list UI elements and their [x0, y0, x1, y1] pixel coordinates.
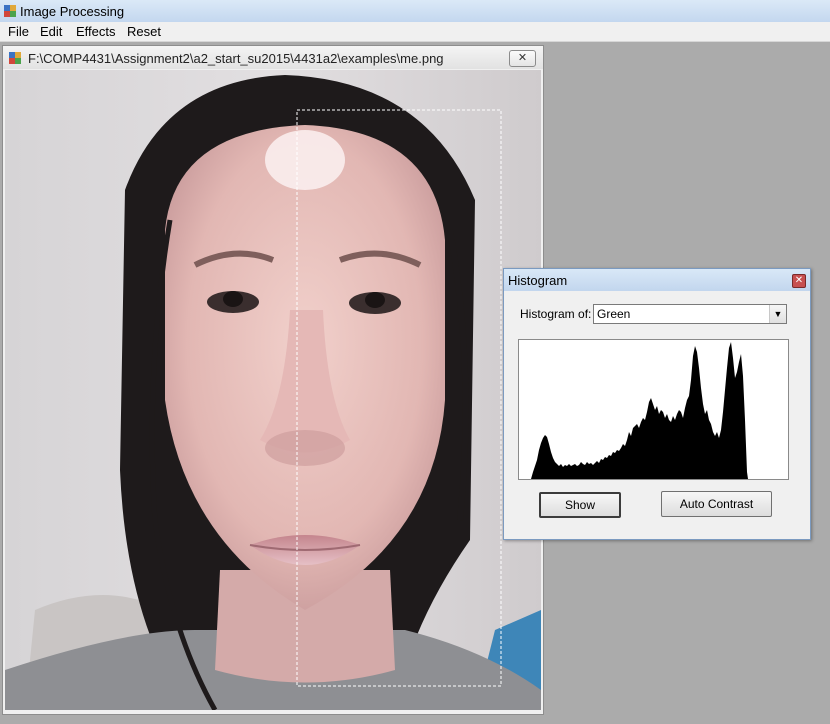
- document-icon: [9, 52, 21, 64]
- channel-select-value: Green: [597, 307, 631, 321]
- histogram-of-label: Histogram of:: [520, 307, 592, 321]
- image-window-title: F:\COMP4431\Assignment2\a2_start_su2015\…: [28, 51, 444, 66]
- menu-effects[interactable]: Effects: [76, 24, 116, 39]
- histogram-window[interactable]: Histogram ✕ Histogram of: Green ▼ Show A…: [503, 268, 811, 540]
- image-window-title-bar[interactable]: F:\COMP4431\Assignment2\a2_start_su2015\…: [3, 46, 543, 69]
- histogram-plot: [518, 339, 789, 480]
- chevron-down-icon[interactable]: ▼: [769, 305, 786, 323]
- histogram-bars: [531, 342, 748, 479]
- show-button[interactable]: Show: [539, 492, 621, 518]
- image-canvas[interactable]: [5, 70, 541, 710]
- close-icon[interactable]: ✕: [792, 274, 806, 288]
- app-icon: [4, 5, 16, 17]
- close-icon[interactable]: ✕: [509, 50, 536, 67]
- menu-edit[interactable]: Edit: [40, 24, 62, 39]
- channel-select[interactable]: Green ▼: [593, 304, 787, 324]
- histogram-title: Histogram: [508, 273, 568, 288]
- histogram-title-bar[interactable]: Histogram ✕: [504, 269, 810, 291]
- photo: [5, 70, 541, 710]
- main-title-bar: Image Processing: [0, 0, 830, 23]
- app-title: Image Processing: [20, 4, 125, 19]
- menu-reset[interactable]: Reset: [127, 24, 161, 39]
- histogram-graph: [531, 342, 748, 479]
- menu-file[interactable]: File: [8, 24, 29, 39]
- image-window[interactable]: F:\COMP4431\Assignment2\a2_start_su2015\…: [2, 45, 544, 715]
- menu-bar: File Edit Effects Reset: [0, 22, 830, 42]
- auto-contrast-button[interactable]: Auto Contrast: [661, 491, 772, 517]
